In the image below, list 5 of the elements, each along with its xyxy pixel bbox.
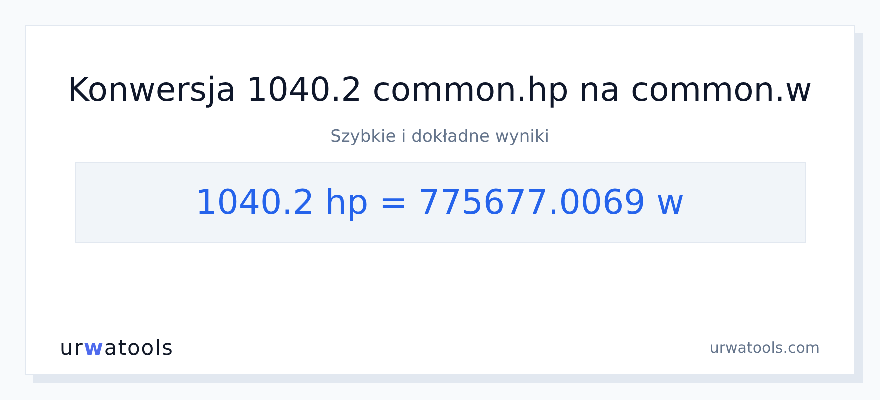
result-panel: 1040.2 hp = 775677.0069 w (74, 162, 806, 243)
logo: urwatools (60, 336, 174, 360)
site-url: urwatools.com (710, 339, 820, 357)
page-title: Konwersja 1040.2 common.hp na common.w (68, 69, 812, 111)
subtitle: Szybkie i dokładne wyniki (330, 126, 550, 148)
